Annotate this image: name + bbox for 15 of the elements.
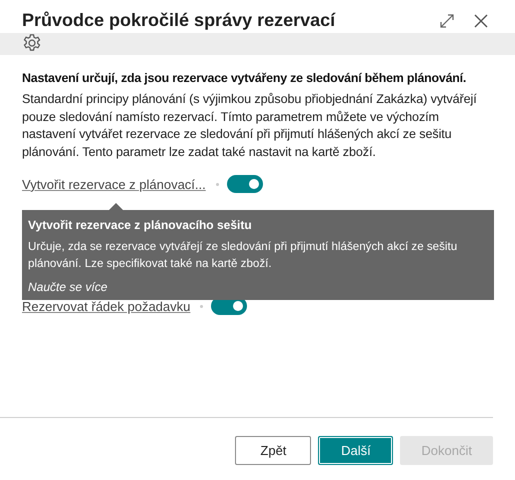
wizard-button[interactable]: Zpět [235,436,312,466]
intro-heading: Nastavení určují, zda jsou rezervace vytvářeny ze sledování během plánování. [22,71,468,85]
toggle-switch[interactable] [226,175,263,194]
wizard-button[interactable]: Další [318,436,394,466]
intro-text: Standardní principy plánování (s výjimkou způsobu přiobjednání Zakázka) vytvářejí pouze sledování namísto rezervací. Tímto parametrem můžete ve výchozím nastavení vytvářet rezervace ze sledování při přijmutí hlášených akcí ze sešitu plánování. Tento parametr lze zadat také nastavit na kartě zboží. [22,91,478,161]
close-icon[interactable] [473,12,489,28]
indicator-dot [200,304,204,308]
expand-icon[interactable] [439,12,455,28]
tooltip-text: Určuje, zda se rezervace vytvářejí ze sledování při přijmutí hlášených akcí ze sešitu plánování. Lze specifikovat také na kartě zboží. [28,239,458,272]
window-title: Průvodce pokročilé správy rezervací [22,10,336,31]
field-label[interactable]: Rezervovat řádek požadavku [22,298,190,314]
learn-more-link[interactable]: Naučte se více [28,280,108,295]
field-label[interactable]: Vytvořit rezervace z plánovací... [22,176,206,192]
indicator-dot [216,182,219,186]
tooltip-title: Vytvořit rezervace z plánovacího sešitu [28,218,253,232]
